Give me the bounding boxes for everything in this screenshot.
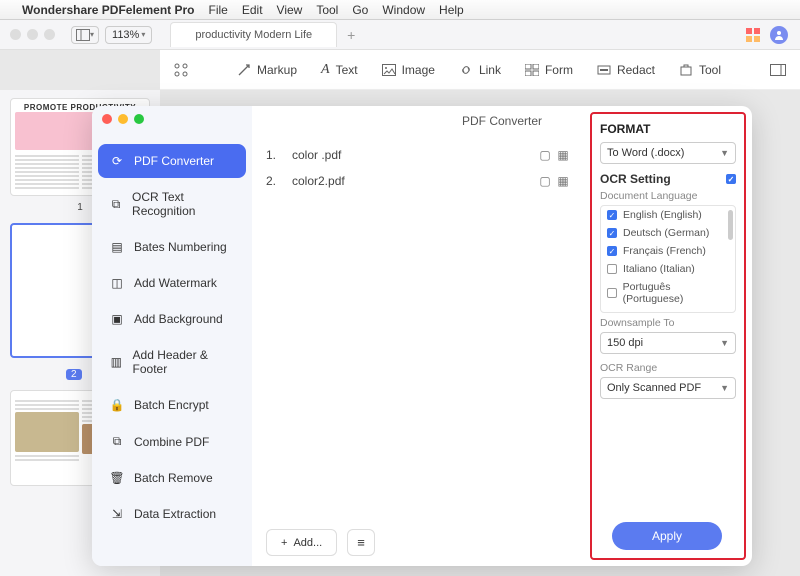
menu-edit[interactable]: Edit <box>242 3 263 17</box>
link-button[interactable]: Link <box>459 63 501 77</box>
menu-view[interactable]: View <box>277 3 303 17</box>
page-number-2: 2 <box>66 369 82 380</box>
downsample-label: Downsample To <box>600 317 736 329</box>
extract-icon: ⇲ <box>110 507 124 521</box>
format-panel: FORMAT To Word (.docx)▼ OCR Setting ✓ Doc… <box>590 112 746 560</box>
sync-icon: ⟳ <box>110 154 124 168</box>
grid-apps-icon[interactable] <box>746 28 760 42</box>
watermark-icon: ◫ <box>110 276 124 290</box>
apply-button[interactable]: Apply <box>612 522 722 550</box>
form-button[interactable]: Form <box>525 63 573 77</box>
format-heading: FORMAT <box>600 122 736 136</box>
max-dot[interactable] <box>44 29 55 40</box>
scrollbar[interactable] <box>728 210 733 240</box>
ocr-heading: OCR Setting <box>600 172 671 186</box>
checkbox-icon[interactable]: ✓ <box>607 210 617 220</box>
menu-window[interactable]: Window <box>382 3 425 17</box>
ocr-range-label: OCR Range <box>600 362 736 374</box>
bates-icon: ▤ <box>110 240 124 254</box>
image-button[interactable]: Image <box>382 63 435 77</box>
add-file-button[interactable]: +Add... <box>266 529 337 556</box>
add-tab-button[interactable]: + <box>347 27 355 43</box>
checkbox-icon[interactable] <box>607 264 617 274</box>
plus-icon: + <box>281 537 287 549</box>
file-list: 1. color .pdf ▢ ▦ 2. color2.pdf ▢ ▦ +Add… <box>252 106 584 566</box>
ocr-icon: ⧉ <box>110 197 122 212</box>
chevron-down-icon: ▼ <box>720 338 729 348</box>
window-chrome: ▾ 113%▾ productivity Modern Life + <box>0 20 800 50</box>
format-select[interactable]: To Word (.docx)▼ <box>600 142 736 164</box>
file-row[interactable]: 2. color2.pdf ▢ ▦ <box>266 168 572 194</box>
apps-icon[interactable] <box>174 63 188 77</box>
modal-close-dot[interactable] <box>102 114 112 124</box>
modal-max-dot[interactable] <box>134 114 144 124</box>
markup-button[interactable]: Markup <box>237 63 297 77</box>
avatar[interactable] <box>770 26 788 44</box>
redact-button[interactable]: Redact <box>597 63 655 77</box>
lang-option[interactable]: Português (Portuguese) <box>601 278 735 308</box>
checkbox-icon[interactable] <box>607 312 617 313</box>
language-list: ✓English (English) ✓Deutsch (German) ✓Fr… <box>600 205 736 313</box>
file-row[interactable]: 1. color .pdf ▢ ▦ <box>266 142 572 168</box>
lang-option[interactable]: ✓Français (French) <box>601 242 735 260</box>
background-icon: ▣ <box>110 312 124 326</box>
pdf-converter-modal: ⟳PDF Converter ⧉OCR Text Recognition ▤Ba… <box>92 106 752 566</box>
document-tab[interactable]: productivity Modern Life <box>170 22 337 47</box>
chevron-down-icon: ▼ <box>720 148 729 158</box>
lang-option[interactable]: Español (Spanish) <box>601 308 735 313</box>
sidebar-item-extract[interactable]: ⇲Data Extraction <box>98 497 246 531</box>
file-view-icon[interactable]: ▢ <box>536 174 554 188</box>
modal-min-dot[interactable] <box>118 114 128 124</box>
checkbox-icon[interactable]: ✓ <box>607 246 617 256</box>
traffic-lights <box>0 29 65 40</box>
sidebar-item-encrypt[interactable]: 🔒Batch Encrypt <box>98 388 246 422</box>
menu-tool[interactable]: Tool <box>316 3 338 17</box>
text-button[interactable]: AText <box>321 62 358 78</box>
sidebar-item-background[interactable]: ▣Add Background <box>98 302 246 336</box>
chevron-down-icon: ▼ <box>720 383 729 393</box>
lang-option[interactable]: ✓Deutsch (German) <box>601 224 735 242</box>
zoom-value: 113% <box>112 29 139 41</box>
main-toolbar: Markup AText Image Link Form Redact Tool <box>160 50 800 90</box>
doclang-label: Document Language <box>600 190 736 202</box>
layout-icon[interactable]: ▾ <box>71 26 99 44</box>
panel-toggle-icon[interactable] <box>770 64 786 76</box>
combine-icon: ⧉ <box>110 434 124 449</box>
file-view-icon[interactable]: ▢ <box>536 148 554 162</box>
header-icon: ▥ <box>110 355 123 369</box>
sidebar-item-ocr[interactable]: ⧉OCR Text Recognition <box>98 180 246 228</box>
close-dot[interactable] <box>10 29 21 40</box>
tool-button[interactable]: Tool <box>679 63 721 77</box>
file-gear-icon[interactable]: ▦ <box>554 148 572 162</box>
zoom-dropdown[interactable]: 113%▾ <box>105 26 152 44</box>
sidebar-item-converter[interactable]: ⟳PDF Converter <box>98 144 246 178</box>
sidebar-item-watermark[interactable]: ◫Add Watermark <box>98 266 246 300</box>
lang-option[interactable]: Italiano (Italian) <box>601 260 735 278</box>
menu-file[interactable]: File <box>209 3 228 17</box>
modal-sidebar: ⟳PDF Converter ⧉OCR Text Recognition ▤Ba… <box>92 106 252 566</box>
menu-help[interactable]: Help <box>439 3 464 17</box>
lock-icon: 🔒 <box>110 398 124 412</box>
lang-option[interactable]: ✓English (English) <box>601 206 735 224</box>
range-select[interactable]: Only Scanned PDF▼ <box>600 377 736 399</box>
trash-icon: 🗑 <box>110 471 124 485</box>
sidebar-item-bates[interactable]: ▤Bates Numbering <box>98 230 246 264</box>
menu-go[interactable]: Go <box>352 3 368 17</box>
sidebar-item-remove[interactable]: 🗑Batch Remove <box>98 461 246 495</box>
dpi-select[interactable]: 150 dpi▼ <box>600 332 736 354</box>
checkbox-icon[interactable]: ✓ <box>607 228 617 238</box>
more-button[interactable]: ≡ <box>347 529 375 556</box>
file-gear-icon[interactable]: ▦ <box>554 174 572 188</box>
sidebar-item-header[interactable]: ▥Add Header & Footer <box>98 338 246 386</box>
checkbox-icon[interactable] <box>607 288 617 298</box>
app-name[interactable]: Wondershare PDFelement Pro <box>22 3 195 17</box>
min-dot[interactable] <box>27 29 38 40</box>
sidebar-item-combine[interactable]: ⧉Combine PDF <box>98 424 246 459</box>
mac-menubar: Wondershare PDFelement Pro File Edit Vie… <box>0 0 800 20</box>
ocr-toggle[interactable]: ✓ <box>726 174 736 184</box>
